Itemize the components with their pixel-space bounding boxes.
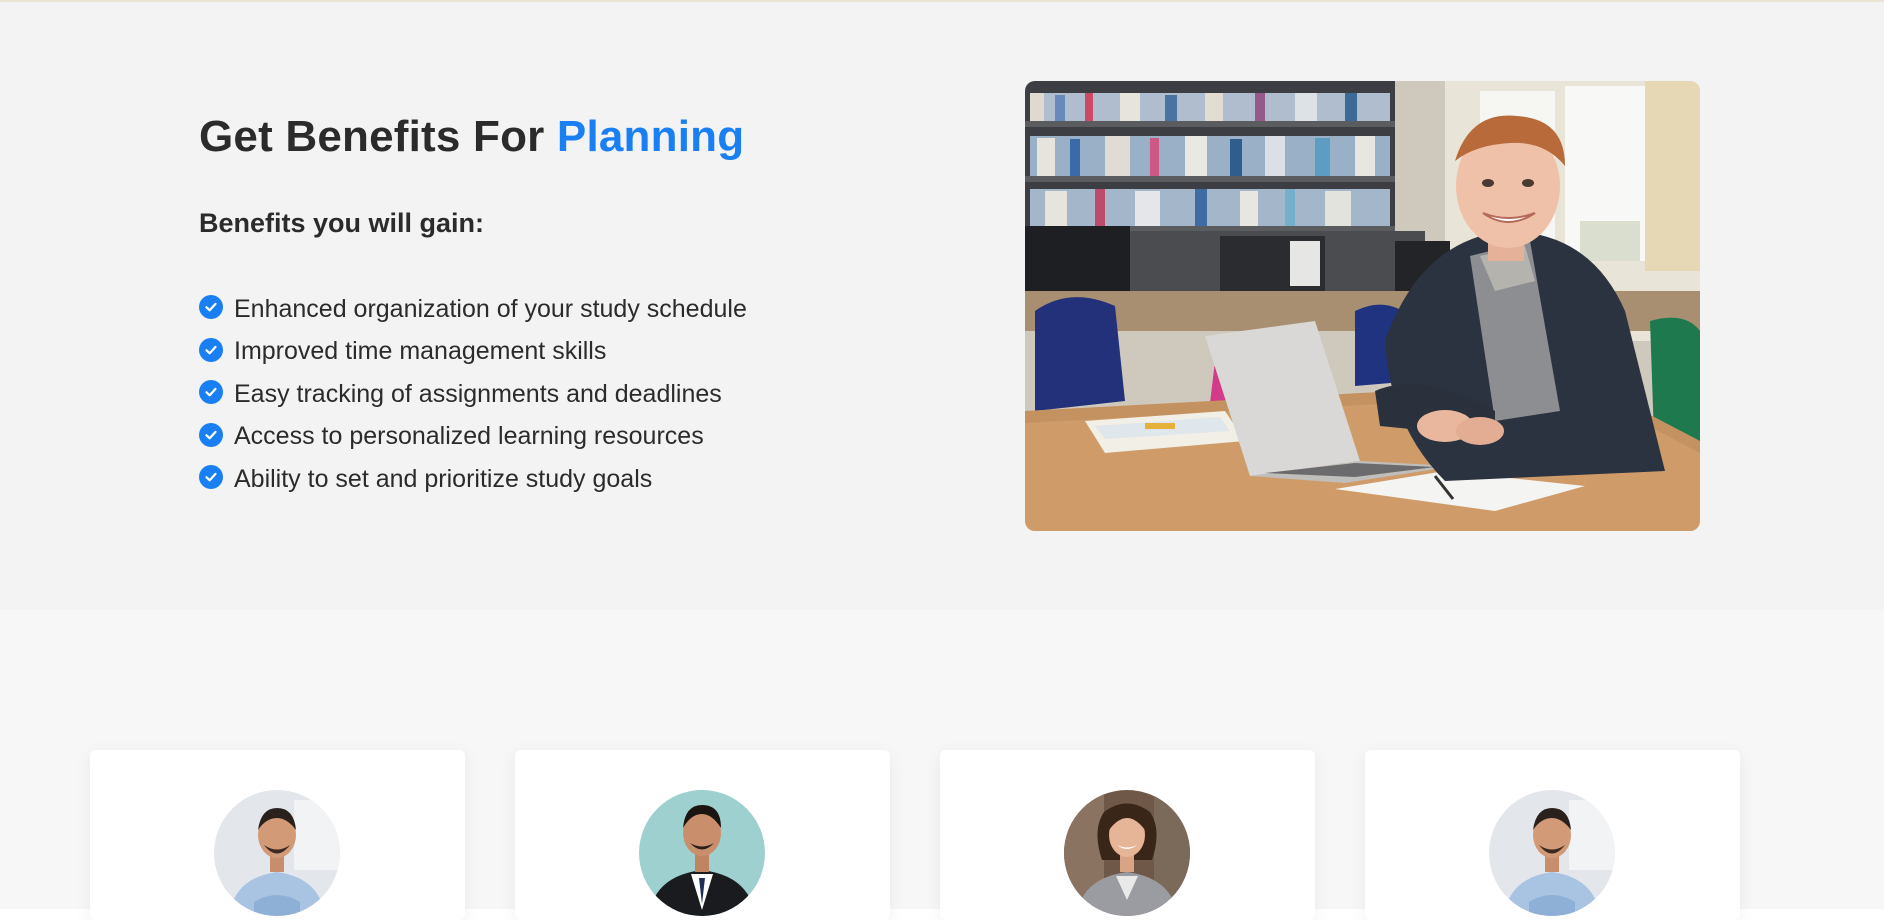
benefit-item-label: Easy tracking of assignments and deadlin… xyxy=(234,379,722,408)
team-member-avatar xyxy=(1064,790,1190,916)
benefits-list: Enhanced organization of your study sche… xyxy=(199,288,747,501)
benefits-title-accent: Planning xyxy=(556,112,745,161)
check-circle-icon xyxy=(199,295,223,320)
benefit-item-label: Enhanced organization of your study sche… xyxy=(234,294,747,323)
team-card xyxy=(515,750,890,920)
team-card xyxy=(940,750,1315,920)
benefit-item-label: Improved time management skills xyxy=(234,337,607,366)
benefits-subtitle: Benefits you will gain: xyxy=(199,208,485,238)
team-card xyxy=(90,750,465,920)
benefit-item: Improved time management skills xyxy=(199,331,747,374)
benefit-item-label: Ability to set and prioritize study goal… xyxy=(234,464,653,493)
benefits-title-prefix: Get Benefits For xyxy=(199,112,557,161)
team-member-avatar xyxy=(639,790,765,916)
check-circle-icon xyxy=(199,422,223,447)
team-section xyxy=(0,610,1884,920)
benefits-title: Get Benefits For Planning xyxy=(199,112,744,162)
benefits-section: Get Benefits For Planning Benefits you w… xyxy=(0,2,1884,610)
check-circle-icon xyxy=(199,465,223,490)
team-card xyxy=(1365,750,1740,920)
team-member-avatar xyxy=(214,790,340,916)
check-circle-icon xyxy=(199,337,223,362)
team-member-avatar xyxy=(1489,790,1615,916)
student-library-photo xyxy=(1025,81,1700,531)
benefit-item: Easy tracking of assignments and deadlin… xyxy=(199,373,747,416)
benefit-item: Ability to set and prioritize study goal… xyxy=(199,458,747,501)
benefit-item: Enhanced organization of your study sche… xyxy=(199,288,747,331)
check-circle-icon xyxy=(199,380,223,405)
benefit-item-label: Access to personalized learning resource… xyxy=(234,422,704,451)
benefit-item: Access to personalized learning resource… xyxy=(199,416,747,459)
